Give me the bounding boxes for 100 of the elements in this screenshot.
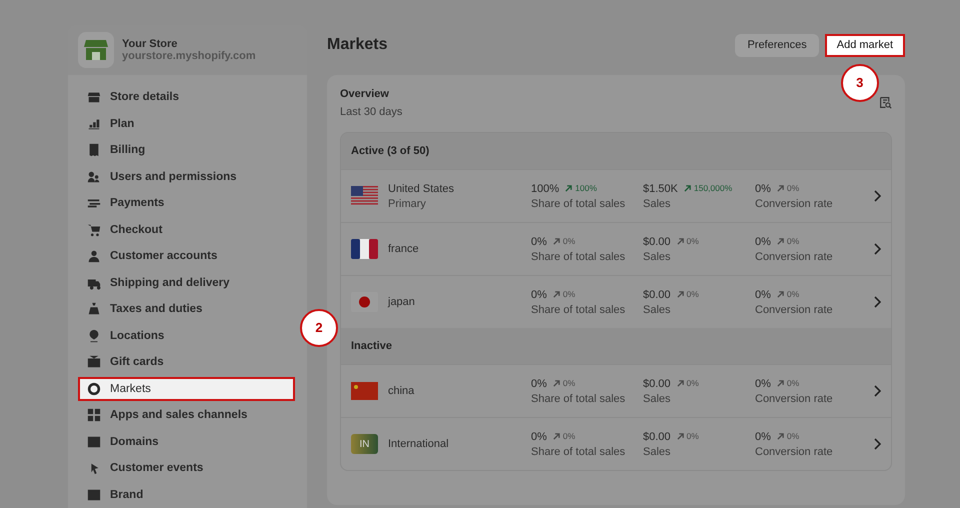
- callout-marker: 2: [300, 308, 338, 346]
- market-row[interactable]: IN International 0% 0% Share of total sales $0.00 0% Sales 0% 0% Conversion rate: [341, 417, 891, 470]
- arrow-up-right-icon: [776, 184, 784, 192]
- sidebar-item[interactable]: Domains: [78, 430, 295, 454]
- chevron-right-icon: [873, 243, 881, 255]
- chevron-right-icon: [873, 190, 881, 202]
- metric-label: Share of total sales: [531, 198, 626, 210]
- group-title: Active (3 of 50): [351, 145, 430, 157]
- metric-value: 0%: [531, 288, 547, 300]
- flag-icon: [351, 186, 378, 206]
- grid-icon: [87, 408, 101, 422]
- flag-icon: [351, 382, 378, 400]
- sidebar-item[interactable]: Billing: [78, 138, 295, 162]
- metric-value: $1.50K: [643, 182, 678, 194]
- arrow-up-right-icon: [776, 290, 784, 298]
- bag-icon: [87, 302, 101, 316]
- sidebar-item[interactable]: Plan: [78, 112, 295, 136]
- chevron-right-icon: [873, 385, 881, 397]
- arrow-up-right-icon: [684, 184, 691, 192]
- metric-label: Share of total sales: [531, 392, 626, 404]
- market-row[interactable]: china 0% 0% Share of total sales $0.00 0% Sales 0% 0% Conversion rate: [341, 364, 891, 417]
- metric-change: 0%: [562, 289, 576, 299]
- arrow-up-right-icon: [552, 432, 560, 440]
- metric-change: 0%: [786, 431, 800, 441]
- arrow-up-right-icon: [776, 432, 784, 440]
- chevron-right-icon: [873, 296, 881, 308]
- arrow-up-right-icon: [676, 380, 684, 386]
- metric-change: 100%: [575, 183, 597, 193]
- sidebar-item[interactable]: Gift cards: [78, 350, 295, 374]
- metric-change: 0%: [786, 236, 800, 246]
- flag-icon: [351, 239, 378, 259]
- metric-value: 0%: [755, 430, 771, 442]
- metric-value: $0.00: [643, 378, 671, 390]
- sidebar-item[interactable]: Shipping and delivery: [78, 270, 295, 294]
- report-search-icon[interactable]: [879, 96, 892, 109]
- metric-change: 0%: [686, 378, 699, 388]
- metric-value: 0%: [755, 182, 771, 194]
- metric-label: Sales: [643, 198, 672, 210]
- metric-value: 0%: [755, 236, 771, 248]
- metric-change: 0%: [786, 378, 800, 388]
- metric-value: $0.00: [643, 288, 671, 300]
- metric-label: Sales: [643, 250, 672, 262]
- arrow-up-right-icon: [776, 380, 784, 386]
- sidebar-item[interactable]: Customer events: [78, 456, 295, 480]
- metric-value: $0.00: [643, 236, 671, 248]
- metric-value: $0.00: [643, 430, 671, 442]
- arrow-up-right-icon: [676, 290, 684, 298]
- chevron-right-icon: [873, 438, 881, 450]
- metric-change: 0%: [562, 236, 576, 246]
- metric-label: Conversion rate: [755, 446, 834, 458]
- arrow-up-right-icon: [676, 238, 684, 244]
- metric-value: 0%: [755, 288, 771, 300]
- metric-change: 0%: [562, 431, 576, 441]
- metric-change: 0%: [786, 289, 800, 299]
- metric-value: 100%: [531, 182, 560, 194]
- sidebar-item[interactable]: Checkout: [78, 218, 295, 242]
- metric-change: 0%: [562, 378, 576, 388]
- sidebar-item[interactable]: Markets: [78, 376, 295, 400]
- metric-label: Sales: [643, 446, 672, 458]
- add-button[interactable]: Add market: [824, 34, 905, 56]
- market-row[interactable]: france 0% 0% Share of total sales $0.00 0% Sales 0% 0% Conversion rate: [341, 222, 891, 275]
- metric-change: 0%: [786, 183, 800, 193]
- metric-change: 150,000%: [694, 183, 732, 193]
- sidebar-item[interactable]: Taxes and duties: [78, 297, 295, 321]
- chart-icon: [87, 116, 101, 130]
- sidebar-item[interactable]: Users and permissions: [78, 164, 295, 188]
- metric-label: Conversion rate: [755, 304, 834, 316]
- pin-icon: [87, 328, 101, 342]
- store-domain: yourstore.myshopify.com: [122, 50, 256, 62]
- date-range: Last 30 days: [340, 106, 402, 118]
- metric-label: Sales: [643, 304, 672, 316]
- store-name: Your Store: [122, 38, 178, 50]
- metric-value: 0%: [755, 378, 771, 390]
- arrow-up-right-icon: [565, 184, 572, 192]
- metric-label: Share of total sales: [531, 250, 626, 262]
- market-name: japan: [388, 296, 415, 308]
- metric-change: 0%: [686, 236, 699, 246]
- market-subtitle: Primary: [388, 198, 427, 210]
- store-icon: [78, 32, 114, 68]
- users-icon: [87, 170, 101, 184]
- sidebar-item[interactable]: Apps and sales channels: [78, 403, 295, 427]
- metric-label: Conversion rate: [755, 250, 834, 262]
- sidebar-item[interactable]: Customer accounts: [78, 244, 295, 268]
- market-name: france: [388, 243, 419, 255]
- metric-label: Conversion rate: [755, 198, 834, 210]
- market-name: United States: [388, 182, 454, 194]
- metric-value: 0%: [531, 430, 547, 442]
- arrow-up-right-icon: [676, 432, 684, 440]
- sidebar-item[interactable]: Store details: [78, 85, 295, 109]
- market-name: International: [388, 438, 449, 450]
- sidebar-item[interactable]: Locations: [78, 324, 295, 348]
- market-row[interactable]: United States Primary 100% 100% Share of total sales $1.50K 150,000% Sales 0% 0% Conversion rate: [341, 169, 891, 222]
- store-icon: [87, 90, 101, 104]
- sidebar-item[interactable]: Brand: [78, 482, 295, 506]
- metric-value: 0%: [531, 236, 547, 248]
- preferences-button[interactable]: Preferences: [735, 34, 819, 56]
- metric-change: 0%: [686, 431, 699, 441]
- person-icon: [87, 249, 101, 263]
- arrow-up-right-icon: [552, 380, 560, 386]
- sidebar-item[interactable]: Payments: [78, 191, 295, 215]
